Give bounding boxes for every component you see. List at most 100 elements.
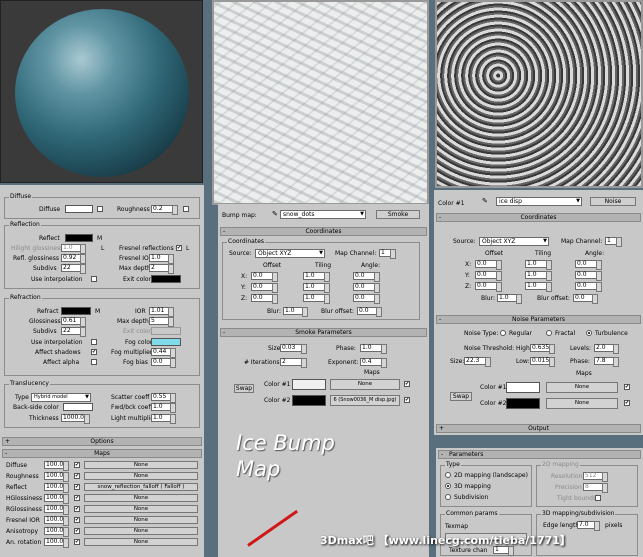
noise-color2-swatch[interactable] [506, 398, 540, 409]
mapping-2d-radio[interactable] [445, 472, 451, 478]
fog-bias-input[interactable]: 0.0 [151, 358, 176, 368]
backside-color[interactable] [63, 403, 93, 411]
fog-mult-input[interactable]: 0.44 [151, 348, 176, 358]
noise-tiling-z[interactable]: 1.0 [525, 282, 552, 292]
map-row-checkbox[interactable]: ✔ [74, 473, 80, 479]
bump-offset-x[interactable]: 0.0 [251, 272, 278, 282]
refr-subdivs-input[interactable]: 22 [61, 327, 86, 337]
map-row-checkbox[interactable]: ✔ [74, 495, 80, 501]
refr-gloss-input[interactable]: 0.61 [61, 317, 86, 327]
bump-tiling-x[interactable]: 1.0 [303, 272, 330, 282]
noise-angle-y[interactable]: 0.0 [575, 271, 602, 281]
noise-eyedropper-icon[interactable]: ✎ [482, 197, 488, 205]
refl-maxdepth-input[interactable]: 2 [149, 264, 174, 274]
refl-subdivs-input[interactable]: 22 [61, 264, 86, 274]
noise-color2-map[interactable]: None [546, 398, 618, 409]
smoke-color2-swatch[interactable] [292, 395, 326, 406]
fresnel-lock[interactable]: L [186, 245, 189, 252]
options-rollout[interactable]: + Options [2, 437, 202, 446]
map-row-map-button[interactable]: None [84, 538, 198, 546]
map-row-amount[interactable]: 100.0 [44, 505, 69, 515]
noise-map-channel-input[interactable]: 1 [605, 237, 622, 247]
scatter-input[interactable]: 0.55 [151, 393, 176, 403]
refl-interp-checkbox[interactable] [91, 276, 97, 282]
bump-type-button[interactable]: Smoke [376, 210, 420, 219]
map-row-map-button[interactable]: snow_reflection_falloff ( Falloff ) [84, 483, 198, 491]
fog-color-swatch[interactable] [151, 338, 181, 346]
smoke-iter-input[interactable]: 2 [280, 358, 307, 368]
noise-swap-button[interactable]: Swap [450, 392, 472, 401]
precision-input[interactable]: 8 [583, 483, 608, 493]
noise-color1-checkbox[interactable]: ✔ [624, 384, 630, 390]
subdivision-radio[interactable] [445, 494, 451, 500]
resolution-input[interactable]: 512 [583, 472, 608, 482]
noise-color1-map[interactable]: None [546, 382, 618, 393]
params-rollout[interactable]: - Parameters [438, 450, 641, 459]
bump-offset-y[interactable]: 0.0 [251, 283, 278, 293]
roughness-input[interactable]: 0.2 [151, 205, 178, 215]
noise-angle-x[interactable]: 0.0 [575, 260, 602, 270]
map-row-amount[interactable]: 100.0 [44, 516, 69, 526]
smoke-phase-input[interactable]: 1.0 [360, 344, 387, 354]
noise-levels-input[interactable]: 2.0 [594, 344, 619, 354]
noise-low-input[interactable]: 0.015 [530, 357, 555, 367]
smoke-color2-map[interactable]: 6 (Snow0036_M disp.jpg) [330, 395, 400, 406]
affect-alpha-checkbox[interactable] [91, 359, 97, 365]
noise-angle-z[interactable]: 0.0 [575, 282, 602, 292]
map-row-checkbox[interactable]: ✔ [74, 506, 80, 512]
noise-high-input[interactable]: 0.635 [530, 344, 555, 354]
noise-params-rollout[interactable]: - Noise Parameters [436, 315, 641, 324]
refl-exit-color[interactable] [151, 275, 181, 283]
eyedropper-icon[interactable]: ✎ [272, 210, 278, 218]
noise-color1-swatch[interactable] [506, 382, 540, 393]
noise-offset-z[interactable]: 0.0 [475, 282, 502, 292]
noise-phase-input[interactable]: 7.8 [594, 357, 619, 367]
smoke-color2-checkbox[interactable]: ✔ [404, 397, 410, 403]
noise-offset-y[interactable]: 0.0 [475, 271, 502, 281]
noise-output-rollout[interactable]: + Output [436, 424, 641, 433]
refl-gloss-input[interactable]: 0.92 [61, 254, 86, 264]
map-row-checkbox[interactable]: ✔ [74, 539, 80, 545]
map-row-checkbox[interactable]: ✔ [74, 462, 80, 468]
map-row-map-button[interactable]: None [84, 461, 198, 469]
hilight-lock[interactable]: L [101, 245, 104, 252]
map-row-map-button[interactable]: None [84, 494, 198, 502]
hilight-input[interactable]: 1.0 [61, 244, 86, 254]
mapping-3d-radio[interactable] [445, 483, 451, 489]
map-row-amount[interactable]: 100.0 [44, 483, 69, 493]
map-row-checkbox[interactable]: ✔ [74, 517, 80, 523]
edge-length-input[interactable]: 7.0 [577, 521, 600, 531]
smoke-exp-input[interactable]: 0.4 [360, 358, 387, 368]
noise-blur-offset-input[interactable]: 0.0 [573, 294, 598, 304]
reflect-map-button[interactable]: M [97, 235, 102, 242]
fresnel-ior-input[interactable]: 1.0 [149, 254, 174, 264]
noise-tiling-y[interactable]: 1.0 [525, 271, 552, 281]
thickness-input[interactable]: 1000.0 [61, 414, 90, 424]
noise-type-button[interactable]: Noise [590, 197, 636, 206]
bump-angle-x[interactable]: 0.0 [353, 272, 380, 282]
refract-map-button[interactable]: M [95, 308, 100, 315]
bump-coords-rollout[interactable]: - Coordinates [220, 227, 427, 236]
refract-color-swatch[interactable] [61, 307, 91, 315]
tight-bounds-checkbox[interactable] [595, 495, 601, 501]
bump-tiling-y[interactable]: 1.0 [303, 283, 330, 293]
noise-regular-radio[interactable] [500, 330, 506, 336]
noise-color2-checkbox[interactable]: ✔ [624, 400, 630, 406]
map-row-amount[interactable]: 100.0 [44, 538, 69, 548]
map-row-amount[interactable]: 100.0 [44, 472, 69, 482]
affect-shadows-checkbox[interactable]: ✔ [91, 349, 97, 355]
bump-map-name-dropdown[interactable]: snow_dots [280, 210, 366, 219]
noise-source-dropdown[interactable]: Object XYZ [479, 237, 549, 246]
diffuse-map-button[interactable] [97, 206, 103, 212]
bump-map-channel-input[interactable]: 1 [379, 249, 396, 259]
light-mult-input[interactable]: 1.0 [151, 414, 176, 424]
fresnel-checkbox[interactable]: ✔ [176, 245, 182, 251]
noise-coords-rollout[interactable]: - Coordinates [436, 213, 641, 222]
map-row-map-button[interactable]: None [84, 527, 198, 535]
smoke-color1-swatch[interactable] [292, 379, 326, 390]
smoke-size-input[interactable]: 0.03 [280, 344, 307, 354]
bump-blur-input[interactable]: 1.0 [283, 307, 308, 317]
maps-rollout[interactable]: - Maps [2, 449, 202, 458]
map-row-amount[interactable]: 100.0 [44, 461, 69, 471]
noise-turbulence-radio[interactable] [586, 330, 592, 336]
